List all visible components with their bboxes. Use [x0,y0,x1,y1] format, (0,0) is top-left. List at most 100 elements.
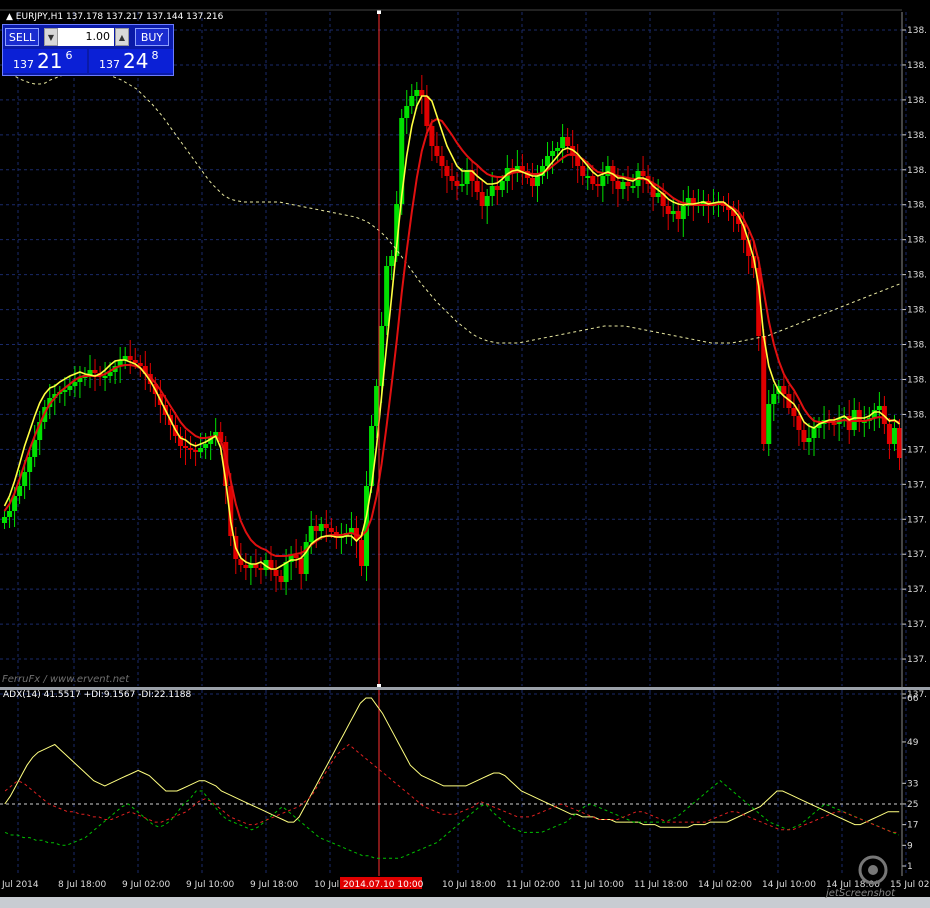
candle-body [444,166,450,176]
adx-tick-label: 1 [907,862,913,872]
candle-body [580,166,586,176]
buy-price-sup: 8 [151,49,159,62]
buy-price-box[interactable]: 137 24 8 [89,49,173,73]
screenshot-watermark: jetScreenshot [824,888,896,899]
time-tick-label: 14 Jul 02:00 [698,880,752,890]
chart-background [0,0,930,908]
candle-body [384,266,390,326]
candle-body [419,90,425,96]
sell-button[interactable]: SELL [5,28,39,46]
price-tick-label: 138. [907,236,927,246]
candle-body [303,542,309,574]
candle-body [781,386,787,394]
candle-body [761,336,767,444]
buy-button[interactable]: BUY [135,28,169,46]
candle-body [565,137,571,146]
candle-body [856,410,862,421]
time-tick-label: 9 Jul 18:00 [250,880,299,890]
chart-root: 138. 138. 138. 138. 138. 138. 138. 138. 138. 138.… [0,0,930,908]
candle-body [585,176,591,178]
candle-body [203,444,209,448]
candle-body [615,181,621,189]
crosshair-handle-top[interactable] [377,10,381,14]
time-tick-label: 8 Jul 18:00 [58,880,107,890]
candle-body [404,106,410,118]
price-tick-label: 138. [907,341,927,351]
adx-tick-label: 33 [907,779,918,789]
candle-body [358,540,364,566]
candle-body [137,363,143,366]
candle-body [876,406,882,410]
candle-body [273,570,279,576]
candle-body [665,206,671,214]
adx-tick-label: 66 [907,694,919,704]
buy-price-big: 24 [123,49,149,73]
time-tick-label: 14 Jul 10:00 [762,880,816,890]
candle-body [313,526,319,531]
time-tick-label: 9 Jul 02:00 [122,880,171,890]
adx-tick-label: 9 [907,841,913,851]
candle-body [791,408,797,416]
lot-decrease-icon[interactable]: ▼ [44,28,58,46]
price-tick-label: 137. [907,445,927,455]
candle-body [796,416,802,430]
candle-body [655,193,661,197]
candle-body [323,524,329,528]
candle-body [127,356,133,360]
sell-price-box[interactable]: 137 21 6 [3,49,87,73]
candle-body [620,182,626,189]
candle-body [243,565,249,568]
time-tick-label: 15 Jul 02: [890,880,930,890]
price-tick-label: 138. [907,26,927,36]
price-tick-label: 138. [907,61,927,71]
candle-body [308,526,314,542]
candle-body [283,562,289,582]
sell-price-small: 137 [13,58,34,71]
bottom-scrollbar[interactable] [0,897,930,908]
candle-body [479,192,485,206]
candle-body [670,211,676,214]
candle-body [298,558,304,574]
candle-body [198,448,204,452]
candle-body [630,186,636,188]
candle-body [891,428,897,444]
candle-body [188,448,194,450]
candle-body [439,156,445,166]
price-tick-label: 138. [907,131,927,141]
candle-body [454,181,460,186]
candle-body [534,176,540,186]
candle-body [494,186,500,190]
adx-tick-label: 25 [907,800,918,810]
candle-body [102,376,108,378]
candle-body [27,457,33,472]
symbol-header: ▲ EURJPY,H1 137.178 137.217 137.144 137.… [6,12,223,22]
candle-body [555,148,561,151]
adx-tick-label: 17 [907,821,918,831]
collapse-triangle-icon[interactable]: ▲ [6,12,13,22]
sell-price-big: 21 [37,49,63,73]
indicator-label: ADX(14) 41.5517 +DI:9.1567 -DI:22.1188 [3,690,192,700]
symbol-name: EURJPY,H1 [15,12,64,22]
time-tick-label: 11 Jul 10:00 [570,880,624,890]
time-tick-label: Jul 2014 [1,880,39,890]
price-tick-label: 137. [907,515,927,525]
candle-body [459,184,465,186]
candle-body [278,576,284,582]
candle-body [560,137,566,148]
watermark-text: FerruFx / www.ervent.net [2,674,130,685]
lot-size-input[interactable]: 1.00 [58,28,114,46]
candle-body [374,386,380,426]
candle-body [449,176,455,181]
time-tick-label: 11 Jul 18:00 [634,880,688,890]
lot-increase-icon[interactable]: ▲ [115,28,129,46]
price-tick-label: 137. [907,620,927,630]
candle-body [771,394,777,404]
price-tick-label: 138. [907,410,927,420]
time-tick-label: 10 Jul 18:00 [442,880,496,890]
candle-body [389,256,395,266]
time-tick-label: 9 Jul 10:00 [186,880,235,890]
candle-body [675,211,681,219]
candle-body [293,555,299,558]
candle-body [328,528,334,532]
sell-price-sup: 6 [65,49,73,62]
